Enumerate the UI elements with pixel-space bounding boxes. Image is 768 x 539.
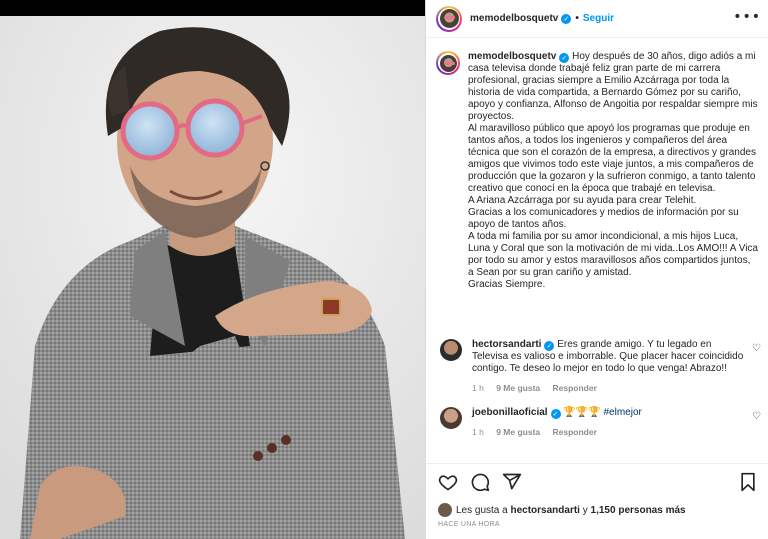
post-photo[interactable] [0, 16, 425, 539]
comment-username[interactable]: hectorsandarti [472, 339, 541, 350]
separator-dot: • [575, 13, 579, 24]
caption-avatar[interactable] [436, 51, 460, 75]
trophy-emoji: 🏆🏆🏆 [563, 407, 601, 418]
post-header: memodelbosquetv ✓ • Seguir ••• [426, 0, 768, 38]
comment-body: hectorsandarti ✓ Eres grande amigo. Y tu … [472, 339, 747, 394]
likes-summary: Les gusta a hectorsandarti y 1,150 perso… [438, 503, 686, 517]
likes-first-user[interactable]: hectorsandarti [511, 505, 580, 516]
comment-item: joebonillaoficial ✓ 🏆🏆🏆 #elmejor 1 h 9 Me… [436, 407, 768, 438]
caption: memodelbosquetv ✓ Hoy después de 30 años,… [436, 51, 761, 291]
verified-badge-icon: ✓ [550, 409, 561, 419]
share-icon[interactable] [502, 472, 522, 492]
caption-paragraph: Gracias a los comunicadores y medios de … [468, 207, 742, 230]
more-options-icon[interactable]: ••• [733, 9, 761, 25]
post-timestamp[interactable]: HACE UNA HORA [438, 521, 500, 528]
reply-button[interactable]: Responder [553, 383, 597, 393]
comment-icon[interactable] [470, 472, 490, 492]
action-icons [438, 472, 522, 492]
caption-text: memodelbosquetv ✓ Hoy después de 30 años,… [468, 51, 758, 291]
comment-likes[interactable]: 9 Me gusta [496, 427, 540, 437]
commenter-avatar[interactable] [440, 339, 462, 361]
comment-time: 1 h [472, 427, 484, 437]
reply-button[interactable]: Responder [553, 427, 597, 437]
liker-avatar[interactable] [438, 503, 452, 517]
comment-meta: 1 h 9 Me gusta Responder [472, 426, 747, 438]
instagram-post-view: memodelbosquetv ✓ • Seguir ••• memodelbo… [0, 0, 768, 539]
comment-like-heart-icon[interactable]: ♡ [752, 411, 761, 422]
comment-likes[interactable]: 9 Me gusta [496, 383, 540, 393]
caption-paragraph: Gracias Siempre. [468, 279, 546, 290]
likes-joiner: y [582, 504, 588, 516]
bookmark-icon[interactable] [739, 472, 757, 492]
likes-count[interactable]: 1,150 personas más [591, 505, 686, 516]
comment-username[interactable]: joebonillaoficial [472, 407, 548, 418]
verified-badge-icon: ✓ [544, 341, 555, 351]
photo-illustration [0, 16, 425, 539]
likes-prefix: Les gusta a [456, 504, 508, 516]
comment-like-heart-icon[interactable]: ♡ [752, 343, 761, 354]
caption-paragraph: A toda mi familia por su amor incondicio… [468, 231, 761, 278]
post-side-panel: memodelbosquetv ✓ • Seguir ••• memodelbo… [425, 0, 768, 539]
author-avatar[interactable] [436, 5, 462, 32]
comment-item: hectorsandarti ✓ Eres grande amigo. Y tu … [436, 339, 768, 394]
caption-paragraph: Al maravilloso público que apoyó los pro… [468, 123, 759, 194]
comment-time: 1 h [472, 383, 484, 393]
post-actions: Les gusta a hectorsandarti y 1,150 perso… [426, 463, 768, 539]
commenter-avatar[interactable] [440, 407, 462, 429]
comments-section: memodelbosquetv ✓ Hoy después de 30 años,… [426, 39, 768, 463]
hashtag-link[interactable]: #elmejor [604, 407, 642, 418]
verified-badge-icon: ✓ [561, 13, 572, 24]
top-black-bar [0, 0, 425, 16]
comment-body: joebonillaoficial ✓ 🏆🏆🏆 #elmejor 1 h 9 Me… [472, 407, 747, 438]
comment-meta: 1 h 9 Me gusta Responder [472, 382, 747, 394]
author-username[interactable]: memodelbosquetv [470, 13, 558, 24]
verified-badge-icon: ✓ [559, 53, 570, 63]
follow-button[interactable]: Seguir [583, 13, 614, 24]
heart-icon[interactable] [438, 472, 458, 492]
caption-paragraph: A Ariana Azcárraga por su ayuda para cre… [468, 195, 697, 206]
caption-username[interactable]: memodelbosquetv [468, 51, 556, 62]
